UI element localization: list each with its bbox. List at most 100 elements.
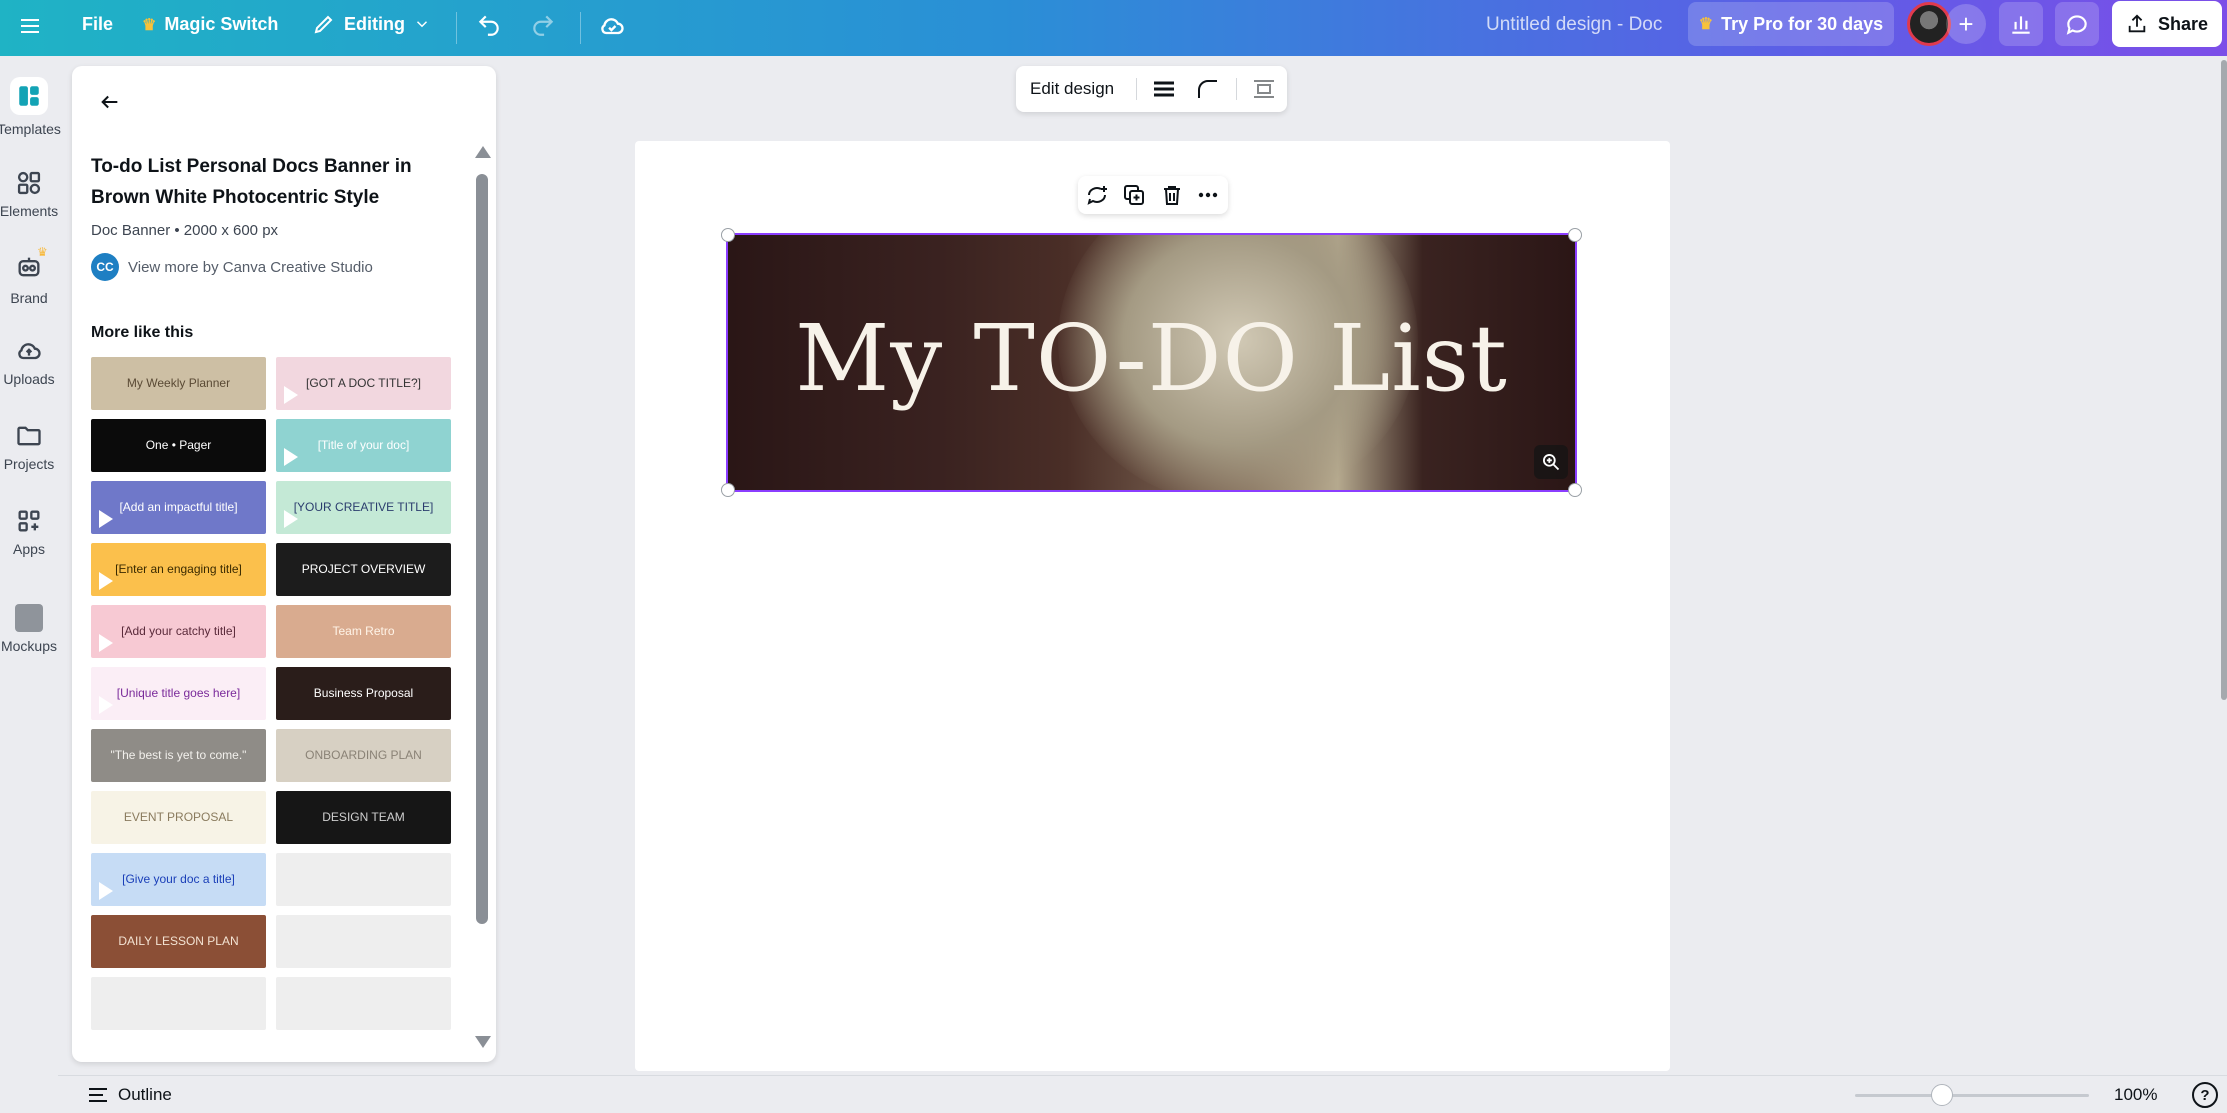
scroll-down-arrow[interactable] <box>475 1036 491 1048</box>
plus-icon: + <box>1958 9 1973 40</box>
thumbnail-title: "The best is yet to come." <box>111 749 247 762</box>
magic-switch-button[interactable]: ♛ Magic Switch <box>142 14 278 35</box>
projects-icon <box>15 422 43 450</box>
rail-item-mockups[interactable]: Mockups <box>0 604 58 654</box>
magic-switch-label: Magic Switch <box>164 14 278 35</box>
template-thumbnail[interactable]: ONBOARDING PLAN <box>276 729 451 782</box>
rail-label: Projects <box>4 456 55 472</box>
template-thumbnail[interactable]: [GOT A DOC TITLE?] <box>276 357 451 410</box>
editing-mode-button[interactable]: Editing <box>312 12 431 36</box>
file-menu[interactable]: File <box>82 14 113 35</box>
outline-icon <box>88 1086 108 1104</box>
bar-chart-icon <box>2008 11 2034 37</box>
creator-avatar: CC <box>91 253 119 281</box>
resize-handle-top-right[interactable] <box>1568 228 1582 242</box>
outline-button[interactable]: Outline <box>88 1085 172 1105</box>
mockups-icon <box>15 604 43 632</box>
template-thumbnail[interactable]: [Unique title goes here] <box>91 667 266 720</box>
templates-icon <box>10 77 48 115</box>
bottom-bar: Outline 100% ? <box>58 1075 2227 1113</box>
template-details-panel: To-do List Personal Docs Banner in Brown… <box>72 66 496 1062</box>
template-thumbnail-placeholder[interactable] <box>276 915 451 968</box>
template-thumbnail[interactable]: Business Proposal <box>276 667 451 720</box>
template-thumbnail-placeholder[interactable] <box>91 977 266 1030</box>
undo-icon <box>476 12 502 38</box>
delete-button[interactable] <box>1160 183 1184 212</box>
more-like-heading: More like this <box>91 324 193 342</box>
scroll-up-arrow[interactable] <box>475 146 491 158</box>
chevron-down-icon <box>413 15 431 33</box>
banner-title[interactable]: My TO-DO List <box>728 305 1575 412</box>
share-button[interactable]: Share <box>2112 1 2222 47</box>
rail-item-projects[interactable]: Projects <box>0 422 58 472</box>
image-zoom-button[interactable] <box>1534 445 1568 479</box>
resize-handle-bottom-right[interactable] <box>1568 483 1582 497</box>
template-thumbnail[interactable]: [Give your doc a title] <box>91 853 266 906</box>
template-thumbnail[interactable]: [Add an impactful title] <box>91 481 266 534</box>
rail-item-apps[interactable]: Apps <box>0 507 58 557</box>
resize-handle-bottom-left[interactable] <box>721 483 735 497</box>
crown-icon: ♛ <box>142 15 156 35</box>
panel-scrollbar[interactable] <box>476 174 488 924</box>
left-rail: Templates Elements ♛ Brand Uploads Proje… <box>0 56 58 1113</box>
template-thumbnail[interactable]: One • Pager <box>91 419 266 472</box>
border-style-button[interactable] <box>1152 78 1176 105</box>
template-thumbnail-placeholder[interactable] <box>276 853 451 906</box>
avatar[interactable] <box>1907 2 1951 46</box>
redo-button[interactable] <box>530 12 556 38</box>
template-thumbnail[interactable]: [Add your catchy title] <box>91 605 266 658</box>
undo-button[interactable] <box>476 12 502 38</box>
canvas-scrollbar[interactable] <box>2221 60 2227 700</box>
position-button[interactable] <box>1252 78 1276 105</box>
back-button[interactable] <box>90 82 130 122</box>
thumbnail-title: [Give your doc a title] <box>122 873 235 886</box>
template-thumbnail[interactable]: [Title of your doc] <box>276 419 451 472</box>
share-label: Share <box>2158 14 2208 35</box>
add-comment-button[interactable] <box>1084 183 1110 212</box>
template-thumbnail[interactable]: DESIGN TEAM <box>276 791 451 844</box>
creator-link[interactable]: CC View more by Canva Creative Studio <box>91 253 373 281</box>
corner-rounding-button[interactable] <box>1196 78 1220 105</box>
apps-icon <box>15 507 43 535</box>
template-thumbnail[interactable]: "The best is yet to come." <box>91 729 266 782</box>
menu-icon[interactable] <box>18 14 42 38</box>
try-pro-label: Try Pro for 30 days <box>1721 14 1883 35</box>
zoom-value[interactable]: 100% <box>2114 1085 2157 1105</box>
edit-design-button[interactable]: Edit design <box>1030 79 1114 99</box>
more-options-button[interactable] <box>1196 183 1220 212</box>
template-thumbnail[interactable]: [Enter an engaging title] <box>91 543 266 596</box>
add-collaborator-button[interactable]: + <box>1946 4 1986 44</box>
rail-item-templates[interactable]: Templates <box>0 77 58 137</box>
help-button[interactable]: ? <box>2192 1082 2218 1108</box>
resize-handle-top-left[interactable] <box>721 228 735 242</box>
thumbnail-title: DAILY LESSON PLAN <box>118 935 238 948</box>
rail-item-uploads[interactable]: Uploads <box>0 337 58 387</box>
banner-image[interactable]: My TO-DO List <box>728 235 1575 490</box>
thumbnail-title: [Enter an engaging title] <box>115 563 242 576</box>
cloud-save-button[interactable] <box>598 12 626 40</box>
play-icon <box>284 448 298 466</box>
comments-button[interactable] <box>2055 2 2099 46</box>
template-thumbnail[interactable]: EVENT PROPOSAL <box>91 791 266 844</box>
insights-button[interactable] <box>1999 2 2043 46</box>
rail-label: Mockups <box>1 638 57 654</box>
template-grid: My Weekly Planner[GOT A DOC TITLE?]One •… <box>91 357 451 1030</box>
rail-item-elements[interactable]: Elements <box>0 169 58 219</box>
template-thumbnail[interactable]: [YOUR CREATIVE TITLE] <box>276 481 451 534</box>
thumbnail-title: EVENT PROPOSAL <box>124 811 233 824</box>
design-title[interactable]: Untitled design - Doc <box>1486 14 1662 36</box>
zoom-slider-knob[interactable] <box>1931 1084 1953 1106</box>
duplicate-button[interactable] <box>1122 183 1146 212</box>
rail-label: Brand <box>10 290 47 306</box>
template-thumbnail[interactable]: My Weekly Planner <box>91 357 266 410</box>
element-toolbar <box>1078 176 1228 214</box>
template-thumbnail[interactable]: Team Retro <box>276 605 451 658</box>
template-thumbnail[interactable]: DAILY LESSON PLAN <box>91 915 266 968</box>
try-pro-button[interactable]: ♛ Try Pro for 30 days <box>1688 2 1894 46</box>
template-thumbnail-placeholder[interactable] <box>276 977 451 1030</box>
rail-item-brand[interactable]: ♛ Brand <box>0 253 58 306</box>
zoom-slider[interactable] <box>1855 1094 2089 1097</box>
trash-icon <box>1160 183 1184 207</box>
edit-design-toolbar: Edit design <box>1016 66 1287 112</box>
template-thumbnail[interactable]: PROJECT OVERVIEW <box>276 543 451 596</box>
